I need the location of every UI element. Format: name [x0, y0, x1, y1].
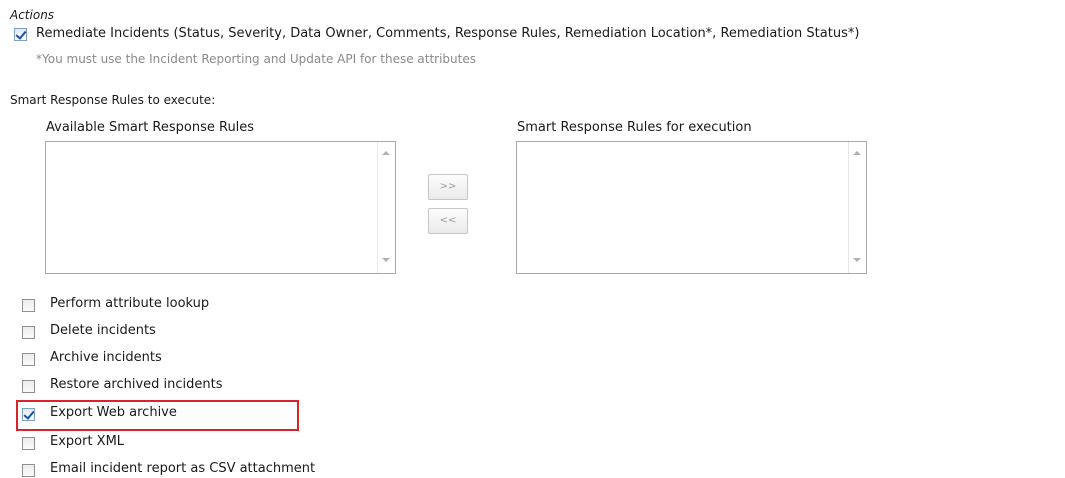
- export-web-archive-label: Export Web archive: [50, 405, 177, 420]
- scroll-up-icon[interactable]: [853, 151, 861, 155]
- available-rules-scrollbar[interactable]: [377, 142, 395, 273]
- email-csv-report-checkbox[interactable]: [22, 464, 35, 477]
- remove-rule-button[interactable]: <<: [428, 208, 468, 234]
- perform-attribute-lookup-label: Perform attribute lookup: [50, 296, 210, 311]
- email-csv-report-label: Email incident report as CSV attachment: [50, 461, 316, 476]
- export-web-archive-checkbox[interactable]: [22, 408, 35, 421]
- execution-rules-label: Smart Response Rules for execution: [517, 120, 752, 135]
- perform-attribute-lookup-checkbox[interactable]: [22, 299, 35, 312]
- archive-incidents-label: Archive incidents: [50, 350, 162, 365]
- add-rule-button[interactable]: >>: [428, 174, 468, 200]
- export-xml-label: Export XML: [50, 434, 125, 449]
- archive-incidents-checkbox[interactable]: [22, 353, 35, 366]
- delete-incidents-label: Delete incidents: [50, 323, 156, 338]
- available-rules-listbox[interactable]: [45, 141, 396, 274]
- execution-rules-scrollbar[interactable]: [848, 142, 866, 273]
- available-rules-label: Available Smart Response Rules: [46, 120, 255, 135]
- restore-archived-incidents-label: Restore archived incidents: [50, 377, 223, 392]
- execution-rules-listbox[interactable]: [516, 141, 867, 274]
- scroll-down-icon[interactable]: [382, 258, 390, 262]
- remediate-incidents-checkbox[interactable]: [14, 28, 27, 41]
- delete-incidents-checkbox[interactable]: [22, 326, 35, 339]
- scroll-down-icon[interactable]: [853, 258, 861, 262]
- remediate-incidents-label: Remediate Incidents (Status, Severity, D…: [36, 26, 860, 41]
- smart-rules-heading: Smart Response Rules to execute:: [10, 93, 216, 107]
- actions-title: Actions: [10, 8, 55, 22]
- export-xml-checkbox[interactable]: [22, 437, 35, 450]
- restore-archived-incidents-checkbox[interactable]: [22, 380, 35, 393]
- api-requirement-note: *You must use the Incident Reporting and…: [36, 52, 476, 66]
- scroll-up-icon[interactable]: [382, 151, 390, 155]
